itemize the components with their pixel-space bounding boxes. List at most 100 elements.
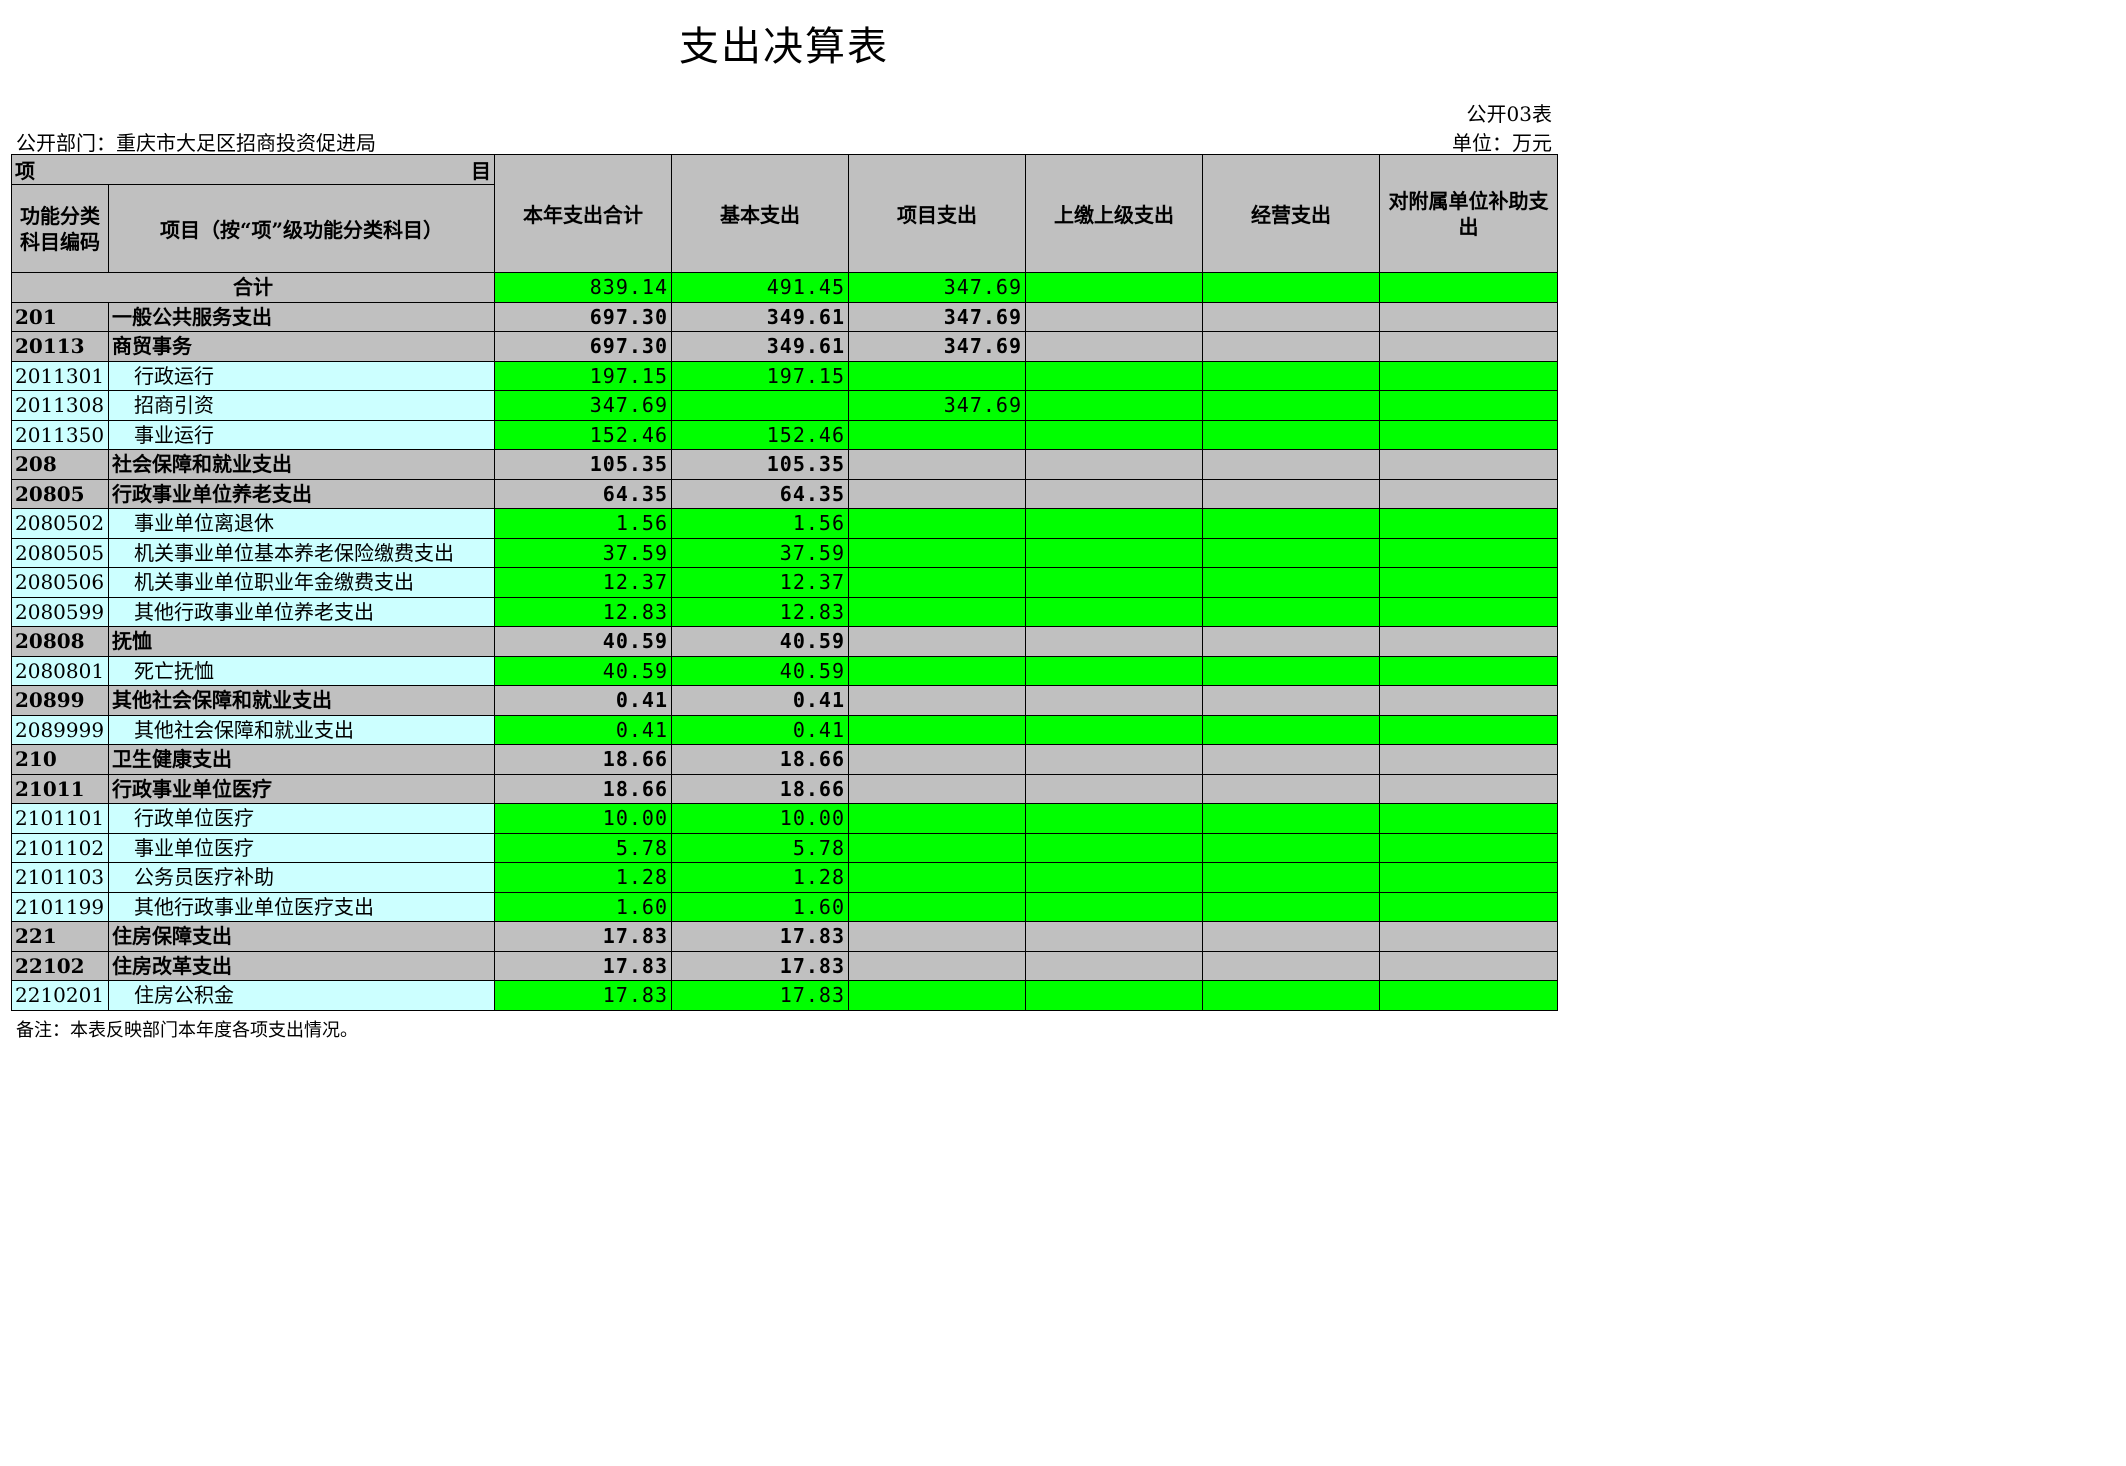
row-value: 17.83 [494, 921, 672, 952]
row-code: 2011301 [11, 360, 109, 391]
row-value: 1.56 [671, 508, 849, 539]
row-name-text: 其他行政事业单位医疗支出 [134, 894, 374, 919]
row-value [1379, 449, 1558, 480]
row-value [848, 537, 1026, 568]
row-name: 事业单位医疗 [108, 832, 495, 863]
row-value [1025, 655, 1203, 686]
row-name: 其他行政事业单位养老支出 [108, 596, 495, 627]
row-value [848, 508, 1026, 539]
row-value [848, 419, 1026, 450]
row-value [1025, 685, 1203, 716]
row-code: 2080506 [11, 567, 109, 598]
row-value [1379, 980, 1558, 1011]
total-value [1379, 272, 1558, 303]
header-basic: 基本支出 [671, 154, 849, 273]
row-name: 行政运行 [108, 360, 495, 391]
row-value: 37.59 [671, 537, 849, 568]
row-value: 12.37 [494, 567, 672, 598]
table-row: 22102 住房改革支出 17.83 17.83 [11, 950, 1558, 981]
row-value [1379, 567, 1558, 598]
row-value [1379, 360, 1558, 391]
row-name-text: 卫生健康支出 [112, 747, 232, 772]
row-value: 17.83 [671, 921, 849, 952]
row-name: 其他行政事业单位医疗支出 [108, 891, 495, 922]
row-value: 105.35 [494, 449, 672, 480]
row-code: 2080502 [11, 508, 109, 539]
row-value: 1.56 [494, 508, 672, 539]
row-value: 1.60 [494, 891, 672, 922]
table-row: 201 一般公共服务支出 697.30 349.61 347.69 [11, 301, 1558, 332]
row-code: 20113 [11, 331, 109, 362]
row-value [1025, 744, 1203, 775]
table-row: 2101199 其他行政事业单位医疗支出 1.60 1.60 [11, 891, 1558, 922]
row-value [848, 773, 1026, 804]
row-value [848, 360, 1026, 391]
row-code: 221 [11, 921, 109, 952]
row-value [1379, 301, 1558, 332]
row-value: 5.78 [494, 832, 672, 863]
row-value: 12.37 [671, 567, 849, 598]
row-code: 2101199 [11, 891, 109, 922]
table-row: 20808 抚恤 40.59 40.59 [11, 626, 1558, 657]
row-value [1025, 950, 1203, 981]
row-name-text: 机关事业单位职业年金缴费支出 [134, 570, 414, 595]
table-row: 2089999 其他社会保障和就业支出 0.41 0.41 [11, 714, 1558, 745]
header-name: 项目（按“项”级功能分类科目） [108, 184, 495, 273]
header-project-expense: 项目支出 [848, 154, 1026, 273]
row-name: 公务员医疗补助 [108, 862, 495, 893]
row-code: 2101103 [11, 862, 109, 893]
row-name: 其他社会保障和就业支出 [108, 714, 495, 745]
row-value: 17.83 [671, 980, 849, 1011]
row-name-text: 其他社会保障和就业支出 [112, 688, 332, 713]
table-row: 2080505 机关事业单位基本养老保险缴费支出 37.59 37.59 [11, 537, 1558, 568]
row-value [1379, 537, 1558, 568]
row-value: 17.83 [671, 950, 849, 981]
row-value: 1.28 [671, 862, 849, 893]
row-value [1379, 832, 1558, 863]
row-name: 商贸事务 [108, 331, 495, 362]
table-row: 2080801 死亡抚恤 40.59 40.59 [11, 655, 1558, 686]
row-value [848, 744, 1026, 775]
row-value [1025, 419, 1203, 450]
table-row: 2011350 事业运行 152.46 152.46 [11, 419, 1558, 450]
row-value [1025, 508, 1203, 539]
row-code: 2080505 [11, 537, 109, 568]
row-value: 10.00 [671, 803, 849, 834]
row-name-text: 住房保障支出 [112, 924, 232, 949]
row-value: 697.30 [494, 331, 672, 362]
row-name: 行政事业单位养老支出 [108, 478, 495, 509]
header-project-right: 目 [471, 159, 491, 183]
row-code: 21011 [11, 773, 109, 804]
row-value [1379, 773, 1558, 804]
row-value [1379, 744, 1558, 775]
header-operating: 经营支出 [1202, 154, 1380, 273]
header-subsidy: 对附属单位补助支出 [1379, 154, 1558, 273]
table-row: 21011 行政事业单位医疗 18.66 18.66 [11, 773, 1558, 804]
table-row: 20805 行政事业单位养老支出 64.35 64.35 [11, 478, 1558, 509]
unit-label: 单位：万元 [1452, 131, 1552, 155]
row-value [1025, 626, 1203, 657]
row-value: 18.66 [671, 744, 849, 775]
row-value: 18.66 [494, 773, 672, 804]
row-name: 事业单位离退休 [108, 508, 495, 539]
row-value: 1.28 [494, 862, 672, 893]
row-value [1202, 419, 1380, 450]
row-code: 2089999 [11, 714, 109, 745]
row-name: 机关事业单位基本养老保险缴费支出 [108, 537, 495, 568]
row-value [1025, 360, 1203, 391]
row-value [1025, 301, 1203, 332]
row-value: 40.59 [494, 655, 672, 686]
table-row: 2080502 事业单位离退休 1.56 1.56 [11, 508, 1558, 539]
row-value: 697.30 [494, 301, 672, 332]
total-value: 839.14 [494, 272, 672, 303]
row-value: 347.69 [848, 301, 1026, 332]
row-name-text: 其他社会保障和就业支出 [134, 717, 354, 742]
row-name-text: 招商引资 [134, 393, 214, 418]
row-value [1202, 567, 1380, 598]
row-value: 40.59 [671, 626, 849, 657]
row-code: 2080801 [11, 655, 109, 686]
row-value [1379, 596, 1558, 627]
row-value [1025, 921, 1203, 952]
row-name-text: 抚恤 [112, 629, 152, 654]
row-value [1202, 449, 1380, 480]
